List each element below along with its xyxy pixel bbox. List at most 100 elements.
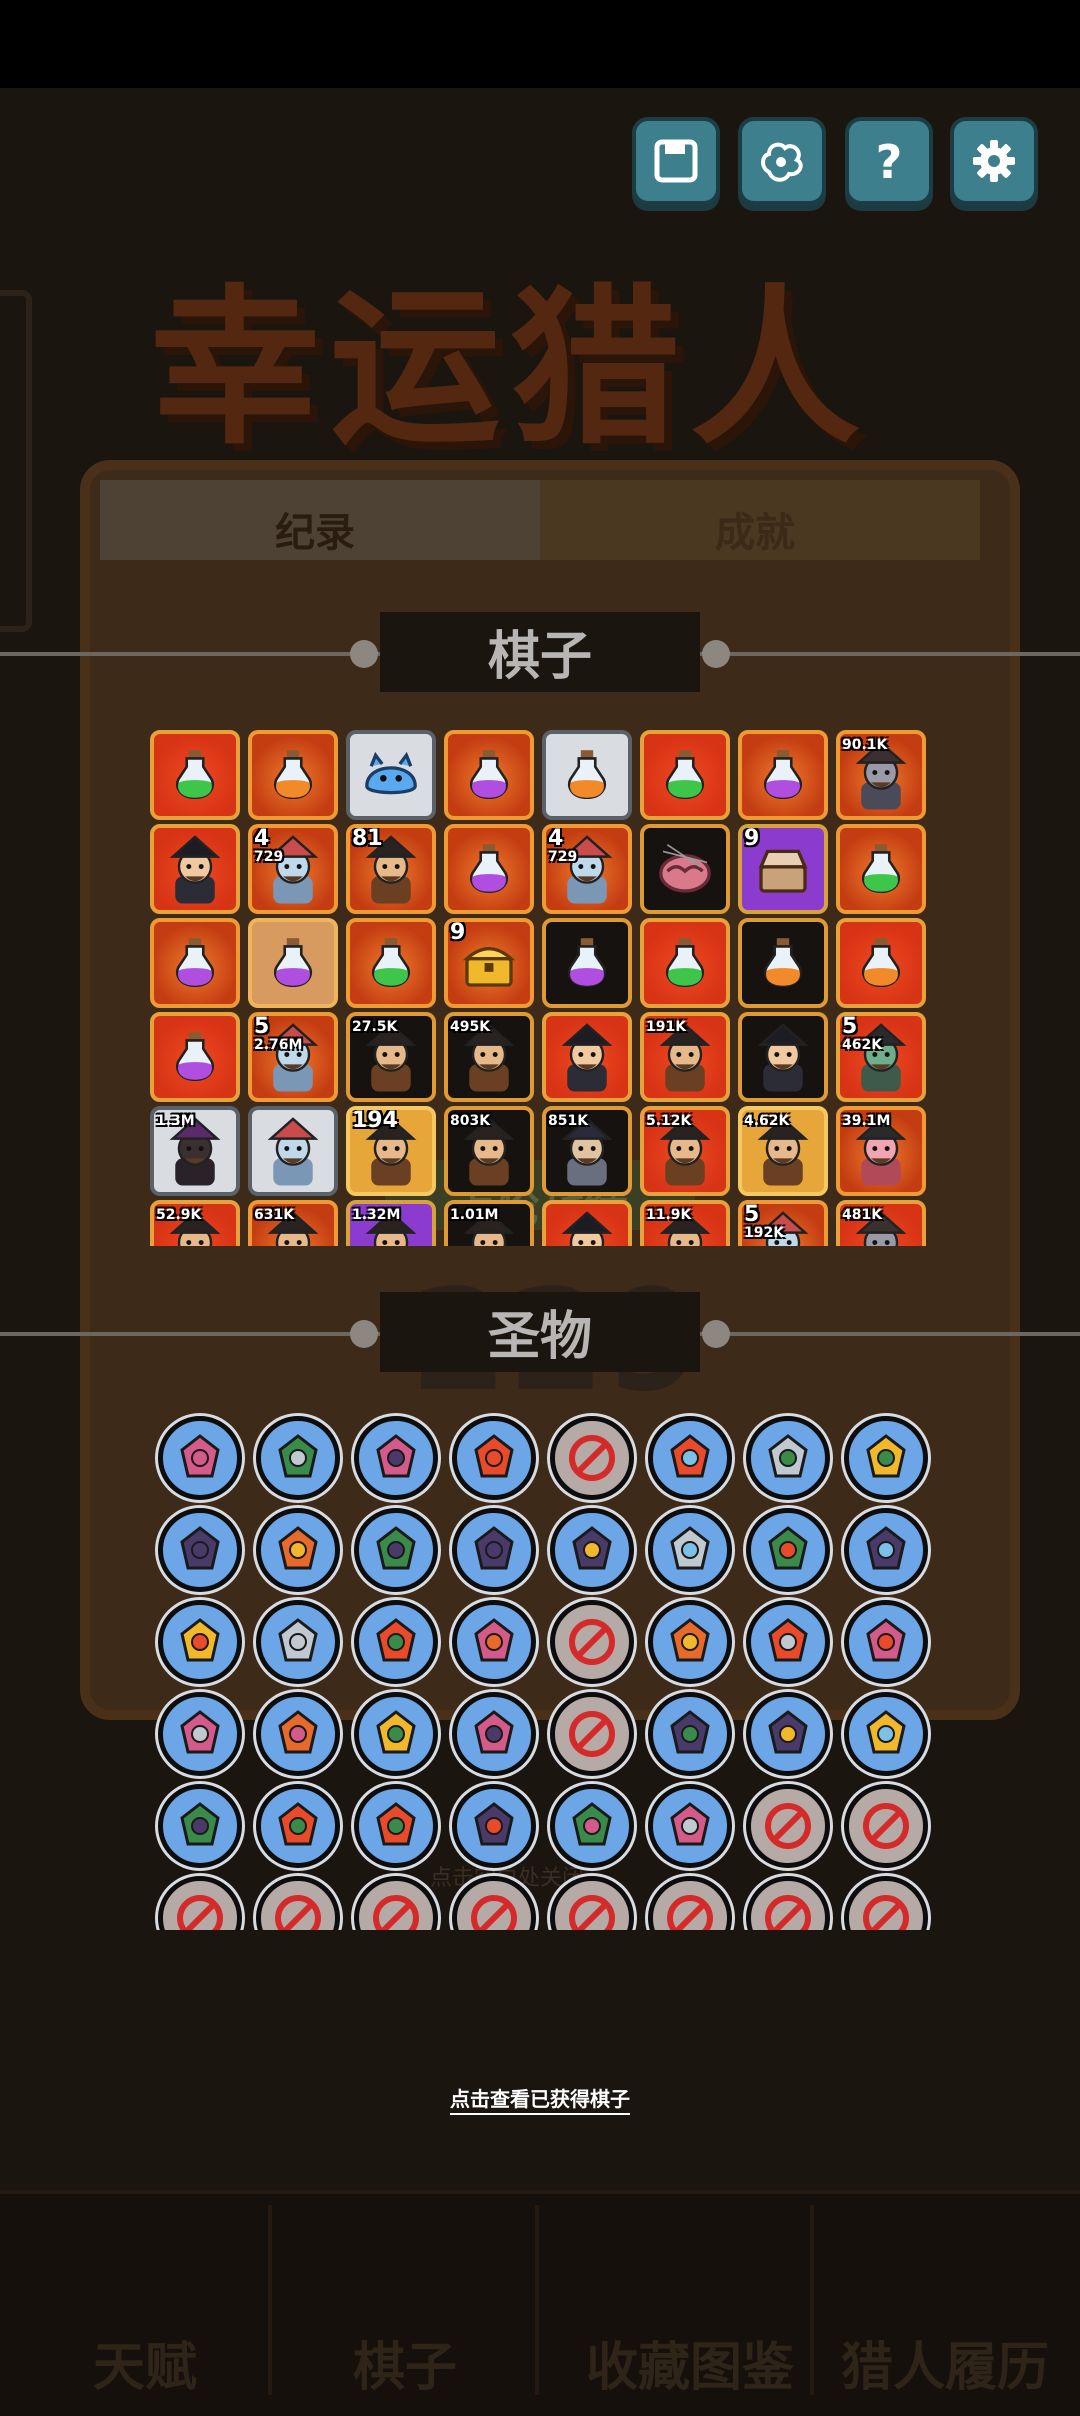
relic-slot[interactable] xyxy=(158,1600,242,1684)
piece-cell[interactable]: 11.9K xyxy=(640,1200,730,1246)
settings-button[interactable] xyxy=(950,117,1038,205)
relic-slot[interactable] xyxy=(354,1416,438,1500)
piece-cell[interactable]: 4 729 xyxy=(248,824,338,914)
piece-cell[interactable]: 191K xyxy=(640,1012,730,1102)
relic-slot[interactable] xyxy=(452,1508,536,1592)
piece-cell[interactable]: 1.01M xyxy=(444,1200,534,1246)
piece-cell[interactable] xyxy=(542,918,632,1008)
piece-cell[interactable]: 1.3M xyxy=(150,1106,240,1196)
piece-cell[interactable] xyxy=(444,824,534,914)
relic-slot[interactable] xyxy=(452,1416,536,1500)
relic-slot-locked[interactable] xyxy=(158,1876,242,1930)
relic-slot[interactable] xyxy=(158,1784,242,1868)
piece-cell[interactable] xyxy=(444,730,534,820)
piece-cell[interactable] xyxy=(738,1012,828,1102)
piece-cell[interactable]: 81 xyxy=(346,824,436,914)
relic-slot[interactable] xyxy=(452,1784,536,1868)
relic-slot[interactable] xyxy=(746,1508,830,1592)
piece-cell[interactable] xyxy=(346,730,436,820)
piece-cell[interactable]: 39.1M xyxy=(836,1106,926,1196)
piece-cell[interactable]: 851K xyxy=(542,1106,632,1196)
save-button[interactable] xyxy=(632,117,720,205)
piece-cell[interactable]: 9 xyxy=(444,918,534,1008)
piece-cell[interactable] xyxy=(150,730,240,820)
piece-cell[interactable]: 803K xyxy=(444,1106,534,1196)
piece-cell[interactable] xyxy=(150,824,240,914)
piece-cell[interactable] xyxy=(542,1012,632,1102)
relic-slot-locked[interactable] xyxy=(550,1416,634,1500)
piece-cell[interactable]: 194 xyxy=(346,1106,436,1196)
relic-slot[interactable] xyxy=(648,1416,732,1500)
relic-slot[interactable] xyxy=(256,1416,340,1500)
piece-cell[interactable]: 9 xyxy=(738,824,828,914)
relic-slot[interactable] xyxy=(746,1692,830,1776)
relic-slot[interactable] xyxy=(844,1692,928,1776)
relic-slot[interactable] xyxy=(550,1508,634,1592)
relic-slot[interactable] xyxy=(256,1600,340,1684)
relic-slot-locked[interactable] xyxy=(746,1876,830,1930)
piece-cell[interactable] xyxy=(248,1106,338,1196)
relic-slot[interactable] xyxy=(746,1416,830,1500)
relic-slot-locked[interactable] xyxy=(844,1876,928,1930)
relic-slot[interactable] xyxy=(452,1600,536,1684)
piece-cell[interactable]: 5 462K xyxy=(836,1012,926,1102)
piece-cell[interactable]: 631K xyxy=(248,1200,338,1246)
piece-cell[interactable]: 481K xyxy=(836,1200,926,1246)
relic-slot[interactable] xyxy=(158,1416,242,1500)
relic-slot[interactable] xyxy=(746,1600,830,1684)
relic-slot[interactable] xyxy=(354,1784,438,1868)
relic-slot[interactable] xyxy=(648,1508,732,1592)
relic-slot[interactable] xyxy=(844,1416,928,1500)
piece-cell[interactable] xyxy=(640,918,730,1008)
piece-cell[interactable] xyxy=(640,730,730,820)
relic-slot[interactable] xyxy=(844,1508,928,1592)
piece-cell[interactable]: 495K xyxy=(444,1012,534,1102)
relic-slot[interactable] xyxy=(354,1508,438,1592)
relic-slot[interactable] xyxy=(648,1600,732,1684)
piece-cell[interactable]: 27.5K xyxy=(346,1012,436,1102)
piece-cell[interactable]: 4.62K xyxy=(738,1106,828,1196)
piece-cell[interactable] xyxy=(836,824,926,914)
relic-slot-locked[interactable] xyxy=(452,1876,536,1930)
relic-slot-locked[interactable] xyxy=(256,1876,340,1930)
relic-slot-locked[interactable] xyxy=(844,1784,928,1868)
piece-cell[interactable] xyxy=(150,1012,240,1102)
relic-slot-locked[interactable] xyxy=(746,1784,830,1868)
relic-slot[interactable] xyxy=(844,1600,928,1684)
community-button[interactable] xyxy=(738,117,826,205)
piece-cell[interactable] xyxy=(738,918,828,1008)
piece-cell[interactable]: 5 192K xyxy=(738,1200,828,1246)
relic-slot[interactable] xyxy=(158,1508,242,1592)
relics-grid[interactable] xyxy=(150,1408,940,1930)
relic-slot[interactable] xyxy=(354,1692,438,1776)
relic-slot[interactable] xyxy=(256,1692,340,1776)
piece-cell[interactable] xyxy=(542,730,632,820)
relic-slot-locked[interactable] xyxy=(550,1876,634,1930)
relic-slot[interactable] xyxy=(648,1784,732,1868)
pieces-grid[interactable]: 90.1K 4 729 81 4 729 9 9 5 2.76M 27.5K 495K 191K 5 462… xyxy=(150,730,930,1246)
piece-cell[interactable]: 5 2.76M xyxy=(248,1012,338,1102)
piece-cell[interactable]: 4 729 xyxy=(542,824,632,914)
piece-cell[interactable] xyxy=(248,918,338,1008)
relic-slot-locked[interactable] xyxy=(648,1876,732,1930)
relic-slot[interactable] xyxy=(452,1692,536,1776)
relic-slot[interactable] xyxy=(354,1600,438,1684)
relic-slot-locked[interactable] xyxy=(550,1600,634,1684)
piece-cell[interactable] xyxy=(248,730,338,820)
help-button[interactable]: ? xyxy=(845,117,933,205)
piece-cell[interactable] xyxy=(346,918,436,1008)
relic-slot[interactable] xyxy=(550,1784,634,1868)
relic-slot[interactable] xyxy=(256,1784,340,1868)
piece-cell[interactable] xyxy=(738,730,828,820)
relic-slot-locked[interactable] xyxy=(550,1692,634,1776)
relic-slot[interactable] xyxy=(158,1692,242,1776)
piece-cell[interactable] xyxy=(150,918,240,1008)
piece-cell[interactable]: 90.1K xyxy=(836,730,926,820)
piece-cell[interactable]: 52.9K xyxy=(150,1200,240,1246)
relic-slot[interactable] xyxy=(648,1692,732,1776)
piece-cell[interactable]: 1.32M xyxy=(346,1200,436,1246)
relic-slot-locked[interactable] xyxy=(354,1876,438,1930)
relic-slot[interactable] xyxy=(256,1508,340,1592)
piece-cell[interactable] xyxy=(542,1200,632,1246)
piece-cell[interactable]: 5.12K xyxy=(640,1106,730,1196)
